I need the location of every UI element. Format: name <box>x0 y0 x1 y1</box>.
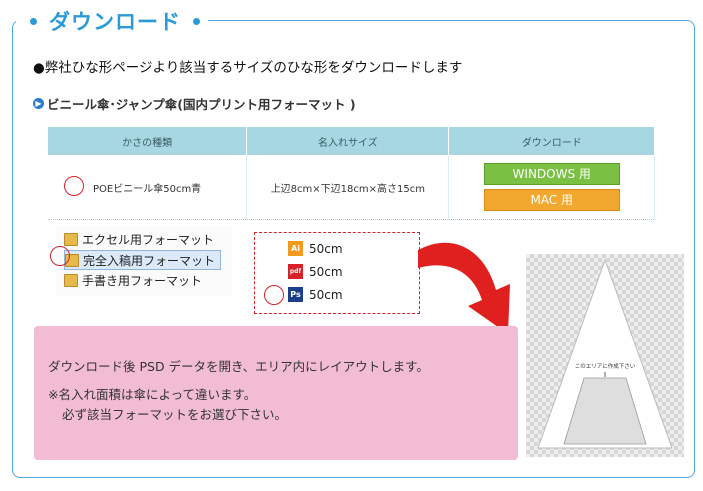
folder-label: 手書き用フォーマット <box>82 273 203 288</box>
red-arrow-icon <box>418 242 510 334</box>
instruction-line-3: 必ず該当フォーマットをお選び下さい。 <box>62 407 288 422</box>
cell-print-size: 上辺8cm×下辺18cm×高さ15cm <box>246 155 450 220</box>
file-label: 50cm <box>309 241 343 256</box>
column-header-download: ダウンロード <box>448 127 655 155</box>
lead-text: ●弊社ひな形ページより該当するサイズのひな形をダウンロードします <box>33 60 463 76</box>
table-header-row: かさの種類 名入れサイズ ダウンロード <box>48 127 655 155</box>
folder-icon <box>64 232 78 246</box>
template-area-label: このエリアに作成下さい <box>574 364 636 370</box>
column-header-type: かさの種類 <box>48 127 248 155</box>
file-item-ai[interactable]: Ai 50cm <box>288 241 343 256</box>
folder-label: エクセル用フォーマット <box>82 232 215 247</box>
arrow-circle-icon: ▶ <box>33 98 44 109</box>
umbrella-template-preview: このエリアに作成下さい <box>526 254 684 457</box>
folder-list: エクセル用フォーマット 完全入稿用フォーマット 手書き用フォーマット <box>56 226 232 296</box>
umbrella-panel-shape <box>537 258 673 449</box>
bullet-dot-icon <box>193 17 200 25</box>
instruction-line-1: ダウンロード後 PSD データを開き、エリア内にレイアウトします。 <box>48 359 429 374</box>
bullet-dot-icon <box>30 17 37 25</box>
mac-download-button[interactable]: MAC 用 <box>483 189 620 211</box>
folder-icon <box>64 273 78 287</box>
table-row: POEビニール傘50cm青 上辺8cm×下辺18cm×高さ15cm WINDOW… <box>48 155 655 220</box>
subheading-text: ビニール傘･ジャンプ傘(国内プリント用フォーマット ) <box>47 97 356 112</box>
pdf-file-icon: pdf <box>288 264 303 279</box>
file-item-psd[interactable]: Ps 50cm <box>288 287 343 302</box>
instruction-line-2: ※名入れ面積は傘によって違います。 <box>48 387 257 402</box>
folder-item-excel[interactable]: エクセル用フォーマット <box>64 230 219 248</box>
format-subheading: ▶ ビニール傘･ジャンプ傘(国内プリント用フォーマット ) <box>33 94 356 113</box>
illustrator-file-icon: Ai <box>288 241 303 256</box>
section-title: ダウンロード <box>49 10 181 34</box>
download-table: かさの種類 名入れサイズ ダウンロード POEビニール傘50cm青 上辺8cm×… <box>48 127 655 220</box>
folder-item-complete[interactable]: 完全入稿用フォーマット <box>64 250 222 270</box>
folder-label: 完全入稿用フォーマット <box>83 253 216 268</box>
column-header-size: 名入れサイズ <box>246 127 450 155</box>
cell-download: WINDOWS 用 MAC 用 <box>448 155 655 220</box>
highlight-circle <box>264 285 284 305</box>
highlight-circle <box>50 246 70 266</box>
folder-item-handwritten[interactable]: 手書き用フォーマット <box>64 271 207 289</box>
file-label: 50cm <box>309 264 343 279</box>
instruction-box: ダウンロード後 PSD データを開き、エリア内にレイアウトします。 ※名入れ面積… <box>34 326 518 460</box>
highlight-circle <box>64 176 84 196</box>
section-header: ダウンロード <box>16 6 208 36</box>
file-item-pdf[interactable]: pdf 50cm <box>288 264 343 279</box>
file-label: 50cm <box>309 287 343 302</box>
windows-download-button[interactable]: WINDOWS 用 <box>483 163 620 185</box>
photoshop-file-icon: Ps <box>288 287 303 302</box>
